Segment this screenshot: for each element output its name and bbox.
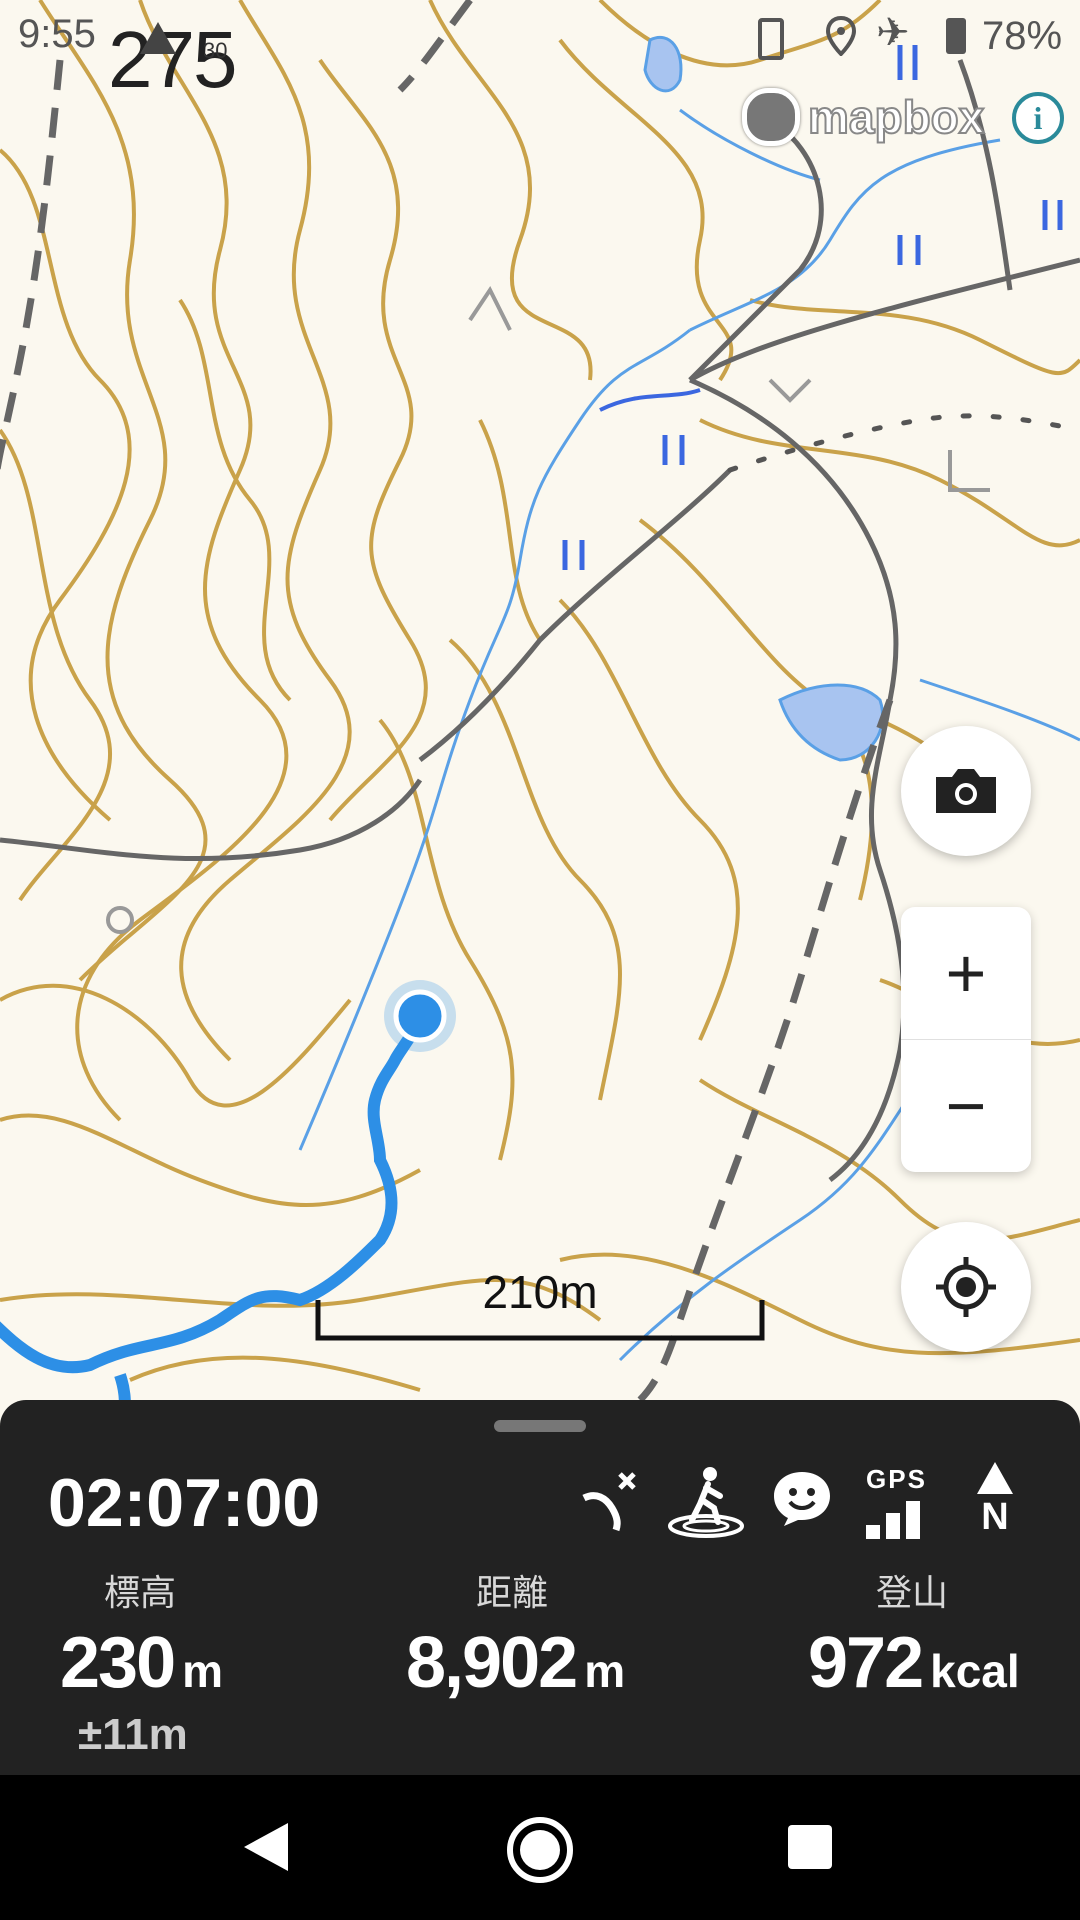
scale-label: 210m [482, 1266, 597, 1318]
zoom-out-button[interactable]: − [901, 1040, 1031, 1172]
camera-icon [936, 769, 996, 813]
stat-unit-distance: m [584, 1645, 626, 1697]
battery-level: 78% [982, 14, 1063, 58]
airplane-icon: ✈ [876, 10, 910, 56]
stat-label-calories: 登山 [875, 1573, 948, 1614]
back-icon[interactable] [240, 1819, 292, 1875]
stat-value-elevation: 230 [60, 1623, 176, 1703]
north-arrow-icon [977, 1462, 1013, 1494]
mapbox-mark-icon [742, 88, 800, 146]
status-badge: 30 [203, 38, 228, 63]
plus-icon: + [945, 934, 987, 1012]
stat-unit-calories: kcal [930, 1645, 1020, 1697]
mapbox-wordmark: mapbox [807, 90, 985, 144]
status-time: 9:55 [18, 12, 96, 56]
chat-face-icon[interactable] [772, 1470, 832, 1526]
gps-label: GPS [866, 1464, 927, 1494]
info-icon[interactable]: i [1012, 92, 1064, 144]
home-icon[interactable] [505, 1815, 575, 1885]
location-pin-icon [826, 16, 856, 56]
route-off-icon[interactable] [576, 1468, 642, 1534]
stat-elevation-accuracy: ±11m [78, 1710, 188, 1759]
drag-handle[interactable] [494, 1420, 586, 1432]
hiker-icon[interactable] [666, 1464, 746, 1540]
warning-icon [140, 22, 176, 54]
camera-button[interactable] [901, 726, 1031, 856]
crosshair-icon [936, 1257, 996, 1317]
mapbox-logo[interactable]: mapbox [742, 88, 985, 146]
minus-icon: − [945, 1067, 987, 1145]
gps-indicator: GPS [866, 1464, 932, 1539]
locate-button[interactable] [901, 1222, 1031, 1352]
stat-unit-elevation: m [182, 1645, 224, 1697]
stat-calories: 972 kcal [808, 1622, 1020, 1704]
stat-value-calories: 972 [808, 1623, 924, 1703]
elapsed-time: 02:07:00 [48, 1465, 321, 1541]
north-label: N [981, 1496, 1009, 1538]
stat-value-distance: 8,902 [406, 1623, 578, 1703]
stat-label-elevation: 標高 [103, 1573, 176, 1614]
stat-label-distance: 距離 [475, 1573, 548, 1614]
system-nav-bar [0, 1775, 1080, 1920]
recents-icon[interactable] [786, 1823, 834, 1871]
tracking-panel: 02:07:00 GPS N 標高 230 m ±11m 距離 8,902 m 登山… [0, 1400, 1080, 1775]
north-indicator[interactable]: N [972, 1462, 1018, 1536]
gps-signal-icon [866, 1499, 932, 1539]
vibrate-icon [758, 18, 784, 60]
stat-elevation: 230 m [60, 1622, 223, 1704]
zoom-controls: + − [901, 907, 1031, 1172]
stat-distance: 8,902 m [406, 1622, 625, 1704]
zoom-in-button[interactable]: + [901, 907, 1031, 1039]
battery-icon [946, 18, 966, 54]
topo-map[interactable]: 210m [0, 0, 1080, 1400]
